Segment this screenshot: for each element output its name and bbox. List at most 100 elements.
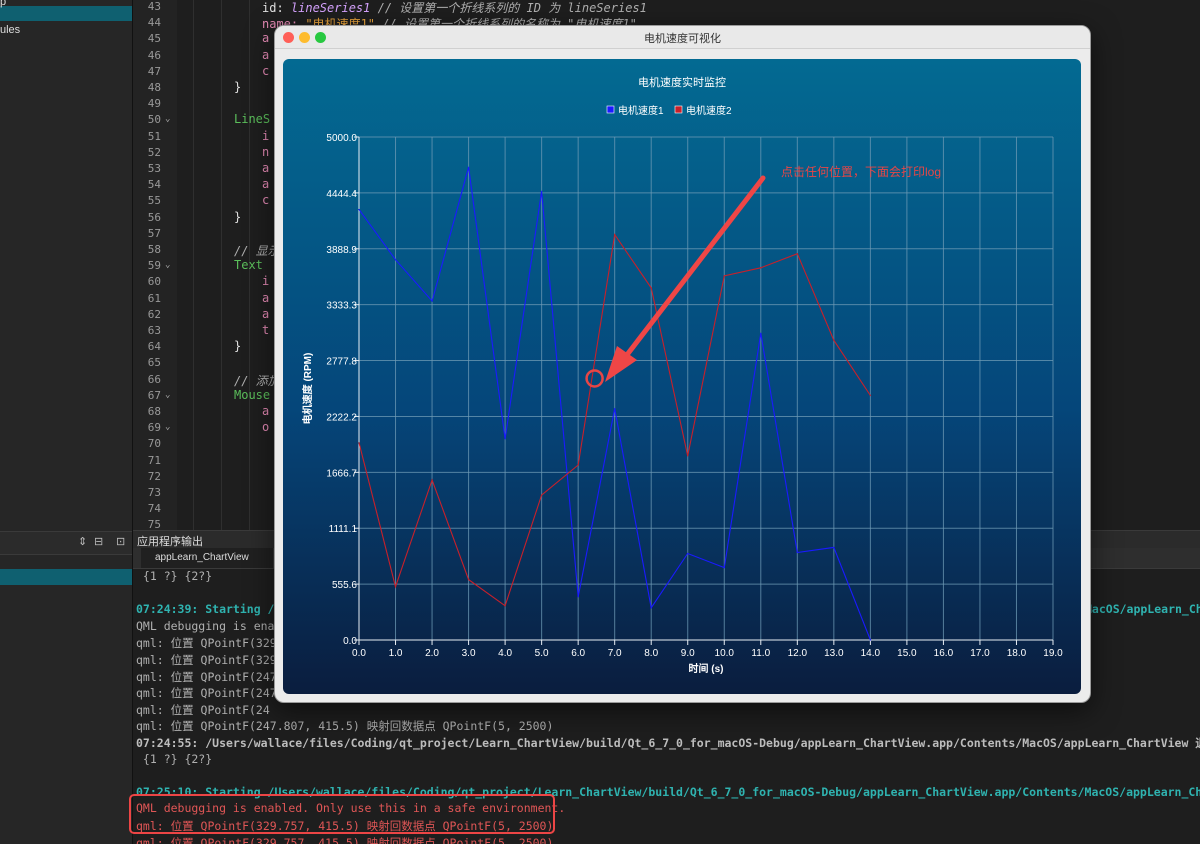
series-point [650, 287, 652, 289]
code-line[interactable]: // 显示 [234, 242, 280, 259]
y-tick-label: 1666.7 [326, 468, 357, 479]
line-number: 53 [147, 162, 161, 175]
legend-label: 电机速度1 [618, 104, 664, 117]
code-line[interactable]: a [262, 31, 269, 45]
code-line[interactable]: a [262, 161, 269, 175]
code-line[interactable]: } [234, 339, 241, 353]
close-pane-icon[interactable]: ⊡ [116, 535, 125, 548]
code-line[interactable]: t [262, 323, 269, 337]
line-number: 61 [147, 291, 161, 305]
line-number: 47 [147, 64, 161, 78]
chart-view[interactable]: 0.0 1.0 2.0 3.0 4.0 5.0 6.0 7.0 8.0 9.0 10.0 11.0 12… [275, 48, 1090, 702]
output-line: 07:24:39: Starting / [136, 602, 275, 617]
y-tick-label: 4444.4 [326, 189, 357, 200]
output-line: qml: 位置 QPointF(329 [136, 636, 277, 651]
x-tick-label: 11.0 [751, 648, 770, 659]
chart-title: 电机速度实时监控 [638, 75, 726, 89]
series-point [431, 300, 433, 302]
fold-chevron-icon[interactable]: ⌄ [165, 114, 170, 124]
output-line: {1 ?} {2?} [136, 751, 213, 766]
code-line[interactable]: n [262, 145, 269, 159]
fold-chevron-icon[interactable]: ⌄ [165, 422, 170, 432]
series-point [577, 596, 579, 598]
split-icon[interactable]: ⊟ [94, 535, 103, 548]
x-tick-label: 9.0 [681, 648, 695, 659]
line-number: 43 [147, 0, 161, 13]
line-number: 48 [147, 81, 161, 94]
series-point [541, 190, 543, 192]
y-tick-label: 1111.1 [329, 524, 358, 535]
line-number: 74 [147, 502, 161, 516]
line-number: 51 [147, 129, 161, 143]
line-number: 49 [147, 97, 161, 111]
series-point [833, 546, 835, 549]
series-point [833, 339, 835, 341]
window-title: 电机速度可视化 [644, 33, 721, 45]
output-line: qml: 位置 QPointF(329.757, 415.5) 映射回数据点 Q… [136, 835, 554, 844]
sidebar-selected-row-2[interactable] [0, 569, 132, 585]
line-number: 68 [147, 405, 161, 418]
output-line: QML debugging is enab [136, 618, 282, 633]
series-point [614, 233, 616, 236]
y-tick-label: 5000.0 [326, 133, 357, 144]
code-line[interactable]: o [262, 420, 269, 434]
output-line: qml: 位置 QPointF(247 [136, 686, 277, 701]
y-tick-label: 3888.9 [326, 245, 357, 256]
x-tick-label: 6.0 [571, 648, 585, 659]
legend-swatch [674, 105, 683, 114]
updown-icon[interactable]: ⇕ [78, 535, 87, 548]
sidebar-selected-row[interactable] [0, 6, 132, 21]
chart-background [283, 59, 1081, 694]
x-tick-label: 18.0 [1007, 648, 1027, 659]
series-point [687, 455, 689, 457]
code-line[interactable]: a [262, 48, 269, 62]
series-point [577, 464, 579, 466]
chart-window[interactable]: 电机速度可视化 0.0 1.0 2.0 3.0 4.0 5.0 6.0 7.0 8.0 9.0 10… [274, 25, 1091, 703]
series-point [723, 275, 725, 277]
code-line[interactable]: // 添加 [234, 372, 280, 389]
code-line[interactable]: c [262, 64, 269, 78]
legend-label: 电机速度2 [686, 104, 732, 117]
x-tick-label: 14.0 [861, 648, 881, 659]
series-point [760, 267, 762, 269]
window-titlebar[interactable]: 电机速度可视化 [275, 26, 1090, 49]
code-line[interactable]: Mouse [234, 388, 270, 402]
code-line[interactable]: id: lineSeries1 // 设置第一个折线系列的 ID 为 lineS… [262, 0, 647, 16]
line-number: 69 [147, 421, 161, 435]
sidebar-item-label[interactable]: ules [0, 24, 20, 36]
x-tick-label: 17.0 [970, 648, 990, 659]
line-number: 58 [147, 243, 161, 256]
series-point [869, 394, 871, 397]
code-line[interactable]: } [234, 80, 241, 94]
line-number: 75 [147, 518, 161, 530]
line-number: 66 [147, 372, 161, 386]
code-line[interactable]: c [262, 193, 269, 207]
fold-chevron-icon[interactable]: ⌄ [165, 390, 170, 400]
output-line: {1 ?} {2?} [136, 569, 213, 583]
code-line[interactable]: i [262, 129, 269, 143]
code-line[interactable]: a [262, 404, 269, 418]
y-tick-label: 3333.3 [326, 301, 357, 312]
series-point [796, 551, 798, 554]
code-line[interactable]: i [262, 274, 269, 288]
code-line[interactable]: LineS [234, 112, 270, 126]
sidebar-item-label[interactable]: p [0, 0, 6, 8]
y-axis-label: 电机速度 (RPM) [301, 353, 314, 425]
output-line: qml: 位置 QPointF(24 [136, 702, 270, 717]
code-line[interactable]: a [262, 307, 269, 321]
line-number: 45 [147, 32, 161, 46]
series-point [723, 566, 725, 569]
code-line[interactable]: } [234, 210, 241, 224]
series-point [504, 438, 506, 440]
series-point [394, 586, 397, 588]
x-tick-label: 12.0 [788, 648, 808, 659]
output-line: qml: 位置 QPointF(247 [136, 669, 277, 684]
code-line[interactable]: Text [234, 258, 270, 272]
line-number: 52 [147, 145, 161, 159]
code-line[interactable]: a [262, 177, 269, 191]
series-point [541, 494, 543, 496]
tab-app-output[interactable]: appLearn_ChartView [141, 548, 274, 568]
code-line[interactable]: a [262, 291, 269, 305]
fold-chevron-icon[interactable]: ⌄ [165, 260, 170, 270]
indent-guide [193, 0, 194, 530]
